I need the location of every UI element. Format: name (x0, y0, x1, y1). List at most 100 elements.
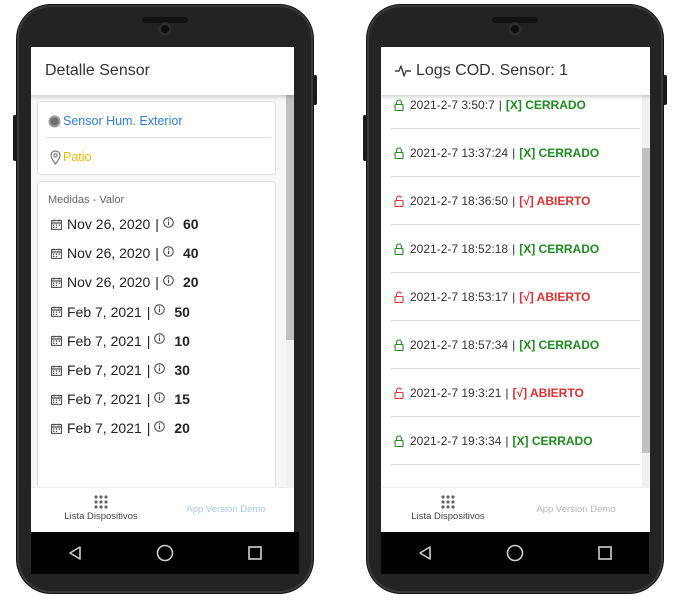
measure-date: Feb 7, 2021 (67, 332, 142, 349)
recents-square-icon[interactable] (597, 545, 613, 561)
info-icon (150, 391, 169, 407)
side-button (663, 75, 667, 105)
location-row[interactable]: Patio (50, 148, 92, 166)
page-title: Logs COD. Sensor: 1 (416, 62, 569, 79)
log-time: 2021-2-7 19:3:34 (410, 433, 502, 448)
sensor-name-row[interactable]: Sensor Hum. Exterior (48, 112, 182, 130)
side-button (13, 115, 17, 161)
info-icon (150, 421, 169, 436)
log-separator: | (512, 241, 516, 256)
log-separator: | (512, 145, 516, 160)
log-status: [X] CERRADO (512, 433, 593, 448)
app-bar: Logs COD. Sensor: 1 (381, 47, 650, 95)
log-status: [√] ABIERTO (519, 193, 591, 208)
detail-content[interactable]: Sensor Hum. Exterior Patio Medidas - Val… (31, 95, 294, 488)
info-icon (150, 304, 169, 319)
measure-row: Feb 7, 2021 | 15 (51, 391, 190, 407)
measure-row: Feb 7, 2021 | 20 (51, 420, 190, 436)
lock-closed-icon (391, 434, 410, 447)
logs-content[interactable]: 2021-2-7 3:50:7 | [X] CERRADO 2021-2-7 13:3… (381, 95, 650, 488)
measure-value: 30 (174, 362, 190, 378)
measure-value: 60 (182, 216, 199, 232)
back-triangle-icon[interactable] (67, 545, 83, 561)
measure-row: Nov 26, 2020 | 20 (51, 274, 199, 290)
measure-row: Nov 26, 2020 | 40 (51, 245, 199, 261)
phone-right: Logs COD. Sensor: 1 2021-2-7 3:50:7 | [X] … (363, 5, 667, 593)
info-icon (159, 216, 178, 232)
lock-closed-icon (391, 242, 410, 255)
log-time: 2021-2-7 13:37:24 (410, 145, 509, 160)
back-triangle-icon[interactable] (417, 545, 433, 561)
bottom-nav: Lista Dispositivos App Version Demo (381, 487, 650, 532)
log-time: 2021-2-7 18:57:34 (410, 337, 509, 352)
recents-square-icon[interactable] (247, 545, 263, 561)
measure-date: Nov 26, 2020 (67, 274, 151, 291)
lock-closed-icon (391, 338, 410, 351)
lock-open-icon (391, 291, 410, 303)
measure-date: Feb 7, 2021 (67, 391, 142, 408)
measure-row: Nov 26, 2020 | 60 (51, 216, 199, 232)
log-separator: | (512, 289, 516, 304)
nav-lista-label: Lista Dispositivos (64, 511, 138, 522)
calendar-icon (51, 365, 67, 376)
measure-date: Feb 7, 2021 (67, 303, 142, 320)
home-circle-icon[interactable] (506, 544, 524, 562)
measure-date: Feb 7, 2021 (67, 362, 142, 378)
bottom-nav: Lista Dispositivos App Version Demo (31, 487, 294, 532)
side-button (313, 75, 317, 105)
screen-detail: Detalle Sensor Sensor Hum. Exterior Pati… (31, 47, 294, 532)
log-separator: | (498, 97, 502, 112)
app-bar: Detalle Sensor (31, 47, 294, 95)
measures-card: Medidas - Valor Nov 26, 2020 | 60 Nov 26, 2… (37, 181, 276, 488)
log-status: [X] CERRADO (505, 97, 586, 112)
pulse-icon (395, 65, 411, 77)
home-circle-icon[interactable] (156, 544, 174, 562)
log-time: 2021-2-7 18:36:50 (410, 193, 509, 208)
log-separator: | (505, 433, 509, 448)
measure-value: 20 (182, 274, 199, 291)
nav-lista-label: Lista Dispositivos (411, 511, 485, 522)
log-row: 2021-2-7 18:36:50 | [√] ABIERTO (391, 177, 640, 225)
scrollbar-thumb[interactable] (642, 148, 650, 453)
info-icon (159, 245, 178, 261)
measure-value: 50 (174, 303, 190, 320)
log-row: 2021-2-7 19:3:21 | [√] ABIERTO (391, 369, 640, 417)
log-row: 2021-2-7 18:57:34 | [X] CERRADO (391, 321, 640, 369)
lock-open-icon (391, 195, 410, 207)
scrollbar-thumb[interactable] (286, 95, 294, 340)
grid-icon (94, 495, 108, 509)
calendar-icon (51, 335, 67, 347)
nav-app-version[interactable]: App Version Demo (531, 504, 621, 515)
lock-closed-icon (391, 146, 410, 159)
front-camera (158, 22, 172, 36)
calendar-icon (51, 277, 67, 288)
calendar-icon (51, 248, 67, 259)
measure-date: Nov 26, 2020 (67, 216, 151, 232)
lock-open-icon (391, 387, 410, 399)
calendar-icon (51, 306, 67, 317)
screen-logs: Logs COD. Sensor: 1 2021-2-7 3:50:7 | [X] … (381, 47, 650, 532)
log-status: [X] CERRADO (519, 241, 600, 256)
nav-app-version[interactable]: App Version Demo (181, 504, 271, 515)
measure-value: 20 (174, 420, 190, 437)
calendar-icon (51, 423, 67, 434)
side-button (363, 115, 367, 161)
nav-lista-dispositivos[interactable]: Lista Dispositivos (56, 495, 146, 522)
log-separator: | (512, 193, 516, 208)
log-time: 2021-2-7 3:50:7 (410, 97, 495, 112)
nav-lista-dispositivos[interactable]: Lista Dispositivos (403, 495, 493, 522)
info-icon (150, 362, 169, 378)
scrollbar-track[interactable] (642, 95, 650, 488)
location-link[interactable]: Patio (63, 150, 92, 164)
measure-value: 15 (174, 391, 190, 408)
log-row: 2021-2-7 18:53:17 | [√] ABIERTO (391, 273, 640, 321)
log-time: 2021-2-7 19:3:21 (410, 385, 502, 400)
log-status: [√] ABIERTO (519, 289, 591, 304)
phone-left: Detalle Sensor Sensor Hum. Exterior Pati… (13, 5, 317, 593)
sensor-name-link[interactable]: Sensor Hum. Exterior (63, 114, 182, 128)
calendar-icon (51, 219, 67, 230)
scrollbar-track[interactable] (286, 95, 294, 488)
measure-date: Nov 26, 2020 (67, 245, 151, 262)
measure-row: Feb 7, 2021 | 10 (51, 333, 190, 349)
divider (46, 137, 271, 138)
